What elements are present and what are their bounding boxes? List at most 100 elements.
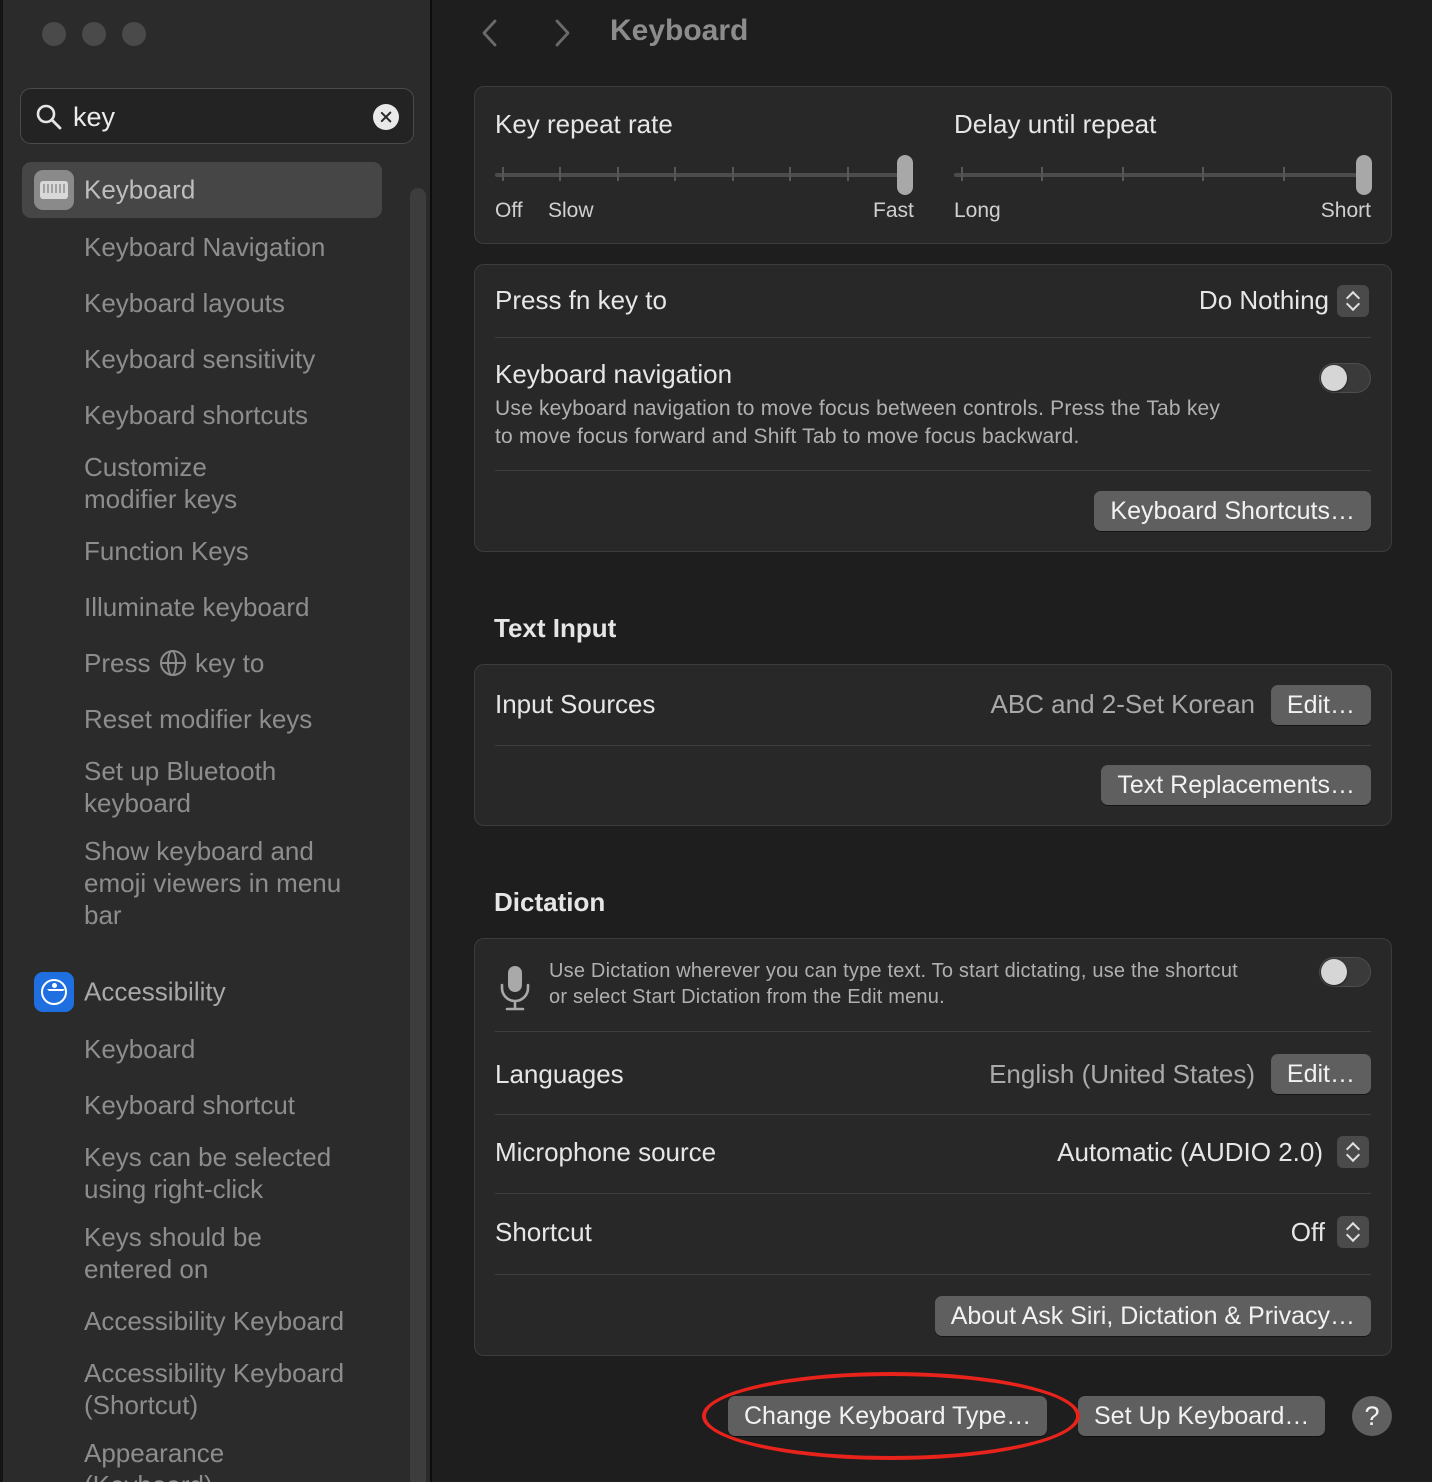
text-input-card: Input Sources ABC and 2-Set Korean Edit……: [474, 664, 1392, 826]
close-window-button[interactable]: [42, 22, 66, 46]
dictation-desc-2: or select Start Dictation from the Edit …: [549, 986, 945, 1008]
main-pane: Keyboard Key repeat rate Off Slow Fast D…: [434, 0, 1432, 1482]
sidebar-scrollbar[interactable]: [410, 188, 426, 1482]
key-repeat-card: Key repeat rate Off Slow Fast Delay unti…: [474, 86, 1392, 244]
slider-tick: [502, 167, 504, 181]
languages-label: Languages: [495, 1059, 624, 1089]
slider-label-slow: Slow: [548, 199, 594, 222]
microphone-icon: [500, 966, 530, 1011]
forward-button[interactable]: [546, 18, 576, 48]
search-input[interactable]: [73, 99, 373, 135]
text-replacements-button[interactable]: Text Replacements…: [1101, 765, 1371, 805]
keyboard-navigation-desc-1: Use keyboard navigation to move focus be…: [495, 397, 1221, 420]
sidebar-result-acc-keyboard[interactable]: Keyboard: [84, 1033, 374, 1065]
sidebar-item-label: Keyboard: [84, 174, 196, 205]
shortcut-label: Shortcut: [495, 1217, 592, 1247]
sidebar-result-acc-keyboard-shortcut[interactable]: Keyboard shortcut: [84, 1089, 374, 1121]
zoom-window-button[interactable]: [122, 22, 146, 46]
slider-tick: [674, 167, 677, 181]
slider-tick: [1282, 167, 1285, 181]
microphone-source-popup-icon[interactable]: [1337, 1136, 1369, 1168]
sidebar-result-keyboard-sensitivity[interactable]: Keyboard sensitivity: [84, 343, 374, 375]
shortcut-popup-icon[interactable]: [1337, 1216, 1369, 1248]
languages-edit-button[interactable]: Edit…: [1270, 1054, 1371, 1094]
divider: [495, 470, 1371, 471]
divider: [495, 337, 1371, 338]
key-repeat-rate-slider[interactable]: [495, 155, 913, 195]
chevron-right-icon: [555, 19, 570, 47]
fn-key-popup-icon[interactable]: [1337, 285, 1369, 317]
sidebar-item-accessibility[interactable]: Accessibility: [22, 964, 382, 1020]
slider-label-short: Short: [1320, 199, 1371, 222]
slider-label-long: Long: [954, 199, 1001, 222]
clear-search-icon[interactable]: [373, 104, 399, 130]
shortcut-value[interactable]: Off: [1291, 1217, 1325, 1248]
keyboard-navigation-label: Keyboard navigation: [495, 359, 733, 389]
microphone-source-label: Microphone source: [495, 1137, 717, 1167]
sidebar-result-keys-entered-on[interactable]: Keys should be entered on: [84, 1221, 284, 1285]
page-title: Keyboard: [610, 14, 749, 47]
slider-label-off: Off: [495, 199, 523, 222]
sidebar-item-keyboard[interactable]: Keyboard: [22, 162, 382, 218]
divider: [495, 1274, 1371, 1275]
text-input-section-title: Text Input: [494, 613, 617, 643]
window-controls: [42, 22, 146, 46]
keyboard-icon: [34, 170, 74, 210]
key-repeat-rate-label: Key repeat rate: [495, 109, 673, 139]
globe-icon: [159, 650, 186, 676]
sidebar-result-reset-modifier-keys[interactable]: Reset modifier keys: [84, 703, 374, 735]
sidebar-result-keys-right-click[interactable]: Keys can be selected using right-click: [84, 1141, 354, 1205]
slider-tick: [1041, 167, 1044, 181]
search-icon: [36, 104, 62, 130]
siri-dictation-privacy-button[interactable]: About Ask Siri, Dictation & Privacy…: [934, 1296, 1371, 1336]
sidebar-result-press-globe-key[interactable]: Press key to: [84, 647, 374, 679]
slider-tick: [846, 167, 849, 181]
slider-tick: [789, 167, 792, 181]
search-field[interactable]: [20, 88, 414, 144]
sidebar-result-function-keys[interactable]: Function Keys: [84, 535, 374, 567]
sidebar-result-keyboard-navigation[interactable]: Keyboard Navigation: [84, 231, 374, 263]
slider-track: [954, 173, 1372, 177]
change-keyboard-type-button[interactable]: Change Keyboard Type…: [728, 1396, 1048, 1436]
divider: [495, 1114, 1371, 1115]
sidebar-result-illuminate-keyboard[interactable]: Illuminate keyboard: [84, 591, 374, 623]
dictation-toggle[interactable]: [1319, 957, 1371, 987]
languages-value: English (United States): [989, 1059, 1255, 1089]
slider-tick: [1202, 167, 1205, 181]
slider-tick: [616, 167, 619, 181]
slider-knob[interactable]: [897, 155, 913, 195]
dictation-desc-1: Use Dictation wherever you can type text…: [549, 960, 1238, 982]
keyboard-navigation-desc-2: to move focus forward and Shift Tab to m…: [495, 425, 1080, 448]
input-sources-edit-button[interactable]: Edit…: [1270, 685, 1371, 725]
key-to-text: key to: [194, 648, 265, 678]
divider: [495, 1193, 1371, 1194]
sidebar-result-show-keyboard-emoji-viewers[interactable]: Show keyboard and emoji viewers in menu …: [84, 835, 364, 931]
input-sources-value: ABC and 2-Set Korean: [990, 689, 1256, 719]
minimize-window-button[interactable]: [82, 22, 106, 46]
keyboard-navigation-toggle[interactable]: [1319, 363, 1371, 393]
fn-key-label: Press fn key to: [495, 285, 667, 315]
chevron-left-icon: [482, 19, 497, 47]
fn-key-value[interactable]: Do Nothing: [1199, 285, 1329, 316]
sidebar: Keyboard Keyboard Navigation Keyboard la…: [0, 0, 432, 1482]
keyboard-general-card: Press fn key to Do Nothing Keyboard navi…: [474, 264, 1392, 552]
microphone-source-value[interactable]: Automatic (AUDIO 2.0): [1057, 1137, 1323, 1168]
help-button[interactable]: ?: [1352, 1396, 1392, 1436]
slider-knob[interactable]: [1356, 155, 1372, 195]
back-button[interactable]: [476, 18, 506, 48]
sidebar-result-keyboard-shortcuts[interactable]: Keyboard shortcuts: [84, 399, 374, 431]
sidebar-result-keyboard-layouts[interactable]: Keyboard layouts: [84, 287, 374, 319]
slider-tick: [961, 167, 963, 181]
divider: [495, 745, 1371, 746]
sidebar-result-setup-bluetooth-keyboard[interactable]: Set up Bluetooth keyboard: [84, 755, 314, 819]
sidebar-result-accessibility-keyboard[interactable]: Accessibility Keyboard: [84, 1305, 374, 1337]
sidebar-result-appearance-keyboard[interactable]: Appearance (Keyboard): [84, 1437, 284, 1482]
delay-until-repeat-slider[interactable]: [954, 155, 1372, 195]
press-text: Press: [84, 648, 151, 678]
sidebar-result-accessibility-keyboard-shortcut[interactable]: Accessibility Keyboard (Shortcut): [84, 1357, 374, 1421]
dictation-card: Use Dictation wherever you can type text…: [474, 938, 1392, 1356]
accessibility-icon: [34, 972, 74, 1012]
set-up-keyboard-button[interactable]: Set Up Keyboard…: [1078, 1396, 1326, 1436]
sidebar-result-customize-modifier-keys[interactable]: Customize modifier keys: [84, 451, 284, 515]
keyboard-shortcuts-button[interactable]: Keyboard Shortcuts…: [1094, 491, 1371, 531]
